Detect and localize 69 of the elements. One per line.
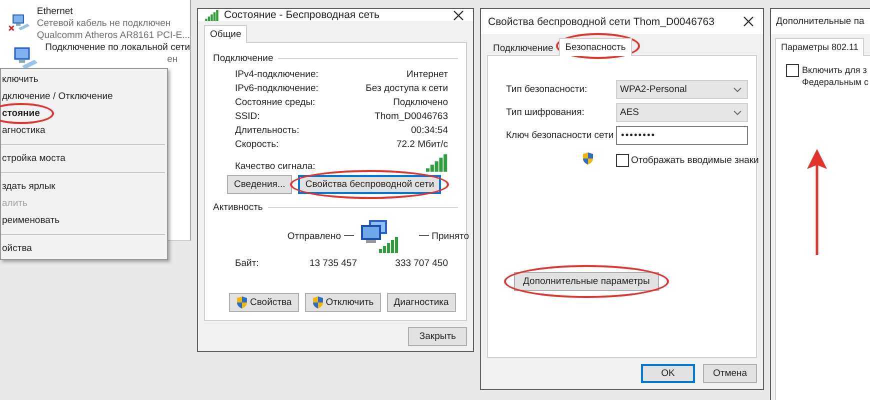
shield-icon [312,296,324,309]
checkbox-label: Федеральным с [802,76,868,88]
menu-item[interactable]: здать ярлык [2,181,56,192]
action-button[interactable]: Свойства [229,293,299,312]
close-icon[interactable] [743,16,754,27]
field-label: Качество сигнала: [235,161,316,172]
field-value: 72.2 Мбит/с [396,138,448,152]
checkbox[interactable] [616,154,629,166]
password-field[interactable]: •••••••• [616,126,748,145]
field-label: Тип шифрования: [506,107,586,118]
tab[interactable]: Безопасность [559,38,632,56]
tab[interactable]: Подключение [487,40,560,55]
received-bytes: 333 707 450 [394,258,448,269]
caret-icon [733,110,742,116]
dialog-button[interactable]: Отмена [703,364,757,383]
menu-item[interactable]: ключить [2,74,38,85]
close-icon[interactable] [453,10,464,20]
field-label: IPv6-подключение: [235,82,318,96]
sent-bytes: 13 735 457 [308,258,357,269]
menu-item[interactable]: реименовать [2,215,60,226]
field-label: IPv4-подключение: [235,68,318,82]
menu-item[interactable]: дключение / Отключение [2,91,113,102]
connection-name: Подключение по локальной сети [45,42,190,54]
received-label: Принято [432,230,469,242]
window-title: Состояние - Беспроводная сеть [224,9,381,21]
checkbox[interactable] [786,64,799,77]
field-value: Интернет [406,68,448,82]
action-button[interactable]: Сведения... [227,175,292,194]
window-title: Свойства беспроводной сети Thom_D0046763 [488,16,716,28]
field-label: Ключ безопасности сети [506,130,615,141]
field-value: Без доступа к сети [366,82,448,96]
connection-name: Ethernet [36,6,74,18]
caret-icon [733,86,742,92]
field-label: Байт: [235,258,260,269]
field-label: Длительность: [235,124,300,138]
shield-icon [236,296,248,309]
close-button[interactable]: Закрыть [408,327,467,346]
action-button[interactable]: Свойства беспроводной сети [298,175,442,194]
sent-label: Отправлено [287,230,341,242]
shield-icon [582,152,594,165]
dropdown[interactable]: AES [616,103,748,122]
connection-status: ен [166,54,179,66]
window-title: Дополнительные па [776,16,864,27]
field-label: Скорость: [235,138,279,152]
field-value: Thom_D0046763 [374,110,448,124]
connection-status: Сетевой кабель не подключен [36,18,172,30]
checkbox-label: Отображать вводимые знаки [631,154,759,166]
dropdown[interactable]: WPA2-Personal [616,80,748,99]
field-label: Тип безопасности: [506,84,588,95]
action-button[interactable]: Отключить [304,293,381,312]
field-value: Подключено [393,96,448,110]
tab[interactable]: Общие [204,25,248,43]
group-heading: Подключение [213,53,274,64]
menu-item[interactable]: стройка моста [2,153,66,164]
adapter-name: Qualcomm Atheros AR8161 PCI-E... [36,30,190,42]
menu-item[interactable]: стояние [2,108,40,119]
signal-strength-icon [426,154,448,172]
tab[interactable]: Параметры 802.11 [775,38,864,56]
action-button[interactable]: Диагностика [386,293,456,312]
group-heading: Активность [213,202,263,213]
field-label: SSID: [235,110,260,124]
field-label: Состояние среды: [235,96,316,110]
signal-icon [205,10,219,20]
menu-item[interactable]: ойства [2,243,32,254]
menu-item[interactable]: агностика [2,125,46,136]
checkbox-label: Включить для з [802,64,868,76]
dialog-button[interactable]: OK [641,364,695,383]
advanced-settings-button[interactable]: Дополнительные параметры [514,272,659,291]
field-value: 00:34:54 [411,124,448,138]
